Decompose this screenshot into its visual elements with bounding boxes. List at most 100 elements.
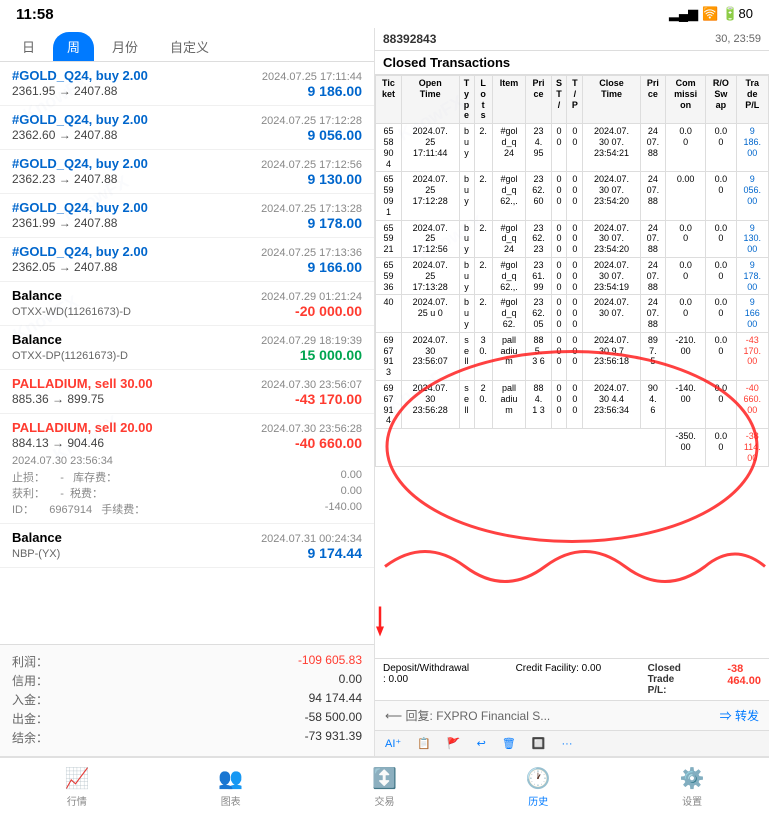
table-row: 40 2024.07.25 u 0 buy 2. #gold_q62. 2362… <box>376 295 769 332</box>
txn-pnl: 15 000.00 <box>300 347 362 363</box>
tab-day[interactable]: 日 <box>8 32 49 61</box>
txn-prices: 884.13 → 904.46 <box>12 436 104 450</box>
table-row: 6967914 2024.07.3023:56:28 sell 20. pall… <box>376 380 769 428</box>
cell-close-time: 2024.07.30 9.723:56:18 <box>583 332 641 380</box>
cell-lots: 2. <box>474 124 492 172</box>
txn-date: 2024.07.25 17:11:44 <box>262 71 362 83</box>
col-swap: R/OSwap <box>706 76 736 124</box>
txn-sub: OTXX-DP(11261673)-D <box>12 350 128 362</box>
list-item[interactable]: PALLADIUM, sell 30.00 2024.07.30 23:56:0… <box>0 370 374 414</box>
flag-button[interactable]: 🚩 <box>443 735 465 752</box>
share-button[interactable]: 🔲 <box>528 735 550 752</box>
list-item[interactable]: #GOLD_Q24, buy 2.00 2024.07.25 17:11:44 … <box>0 62 374 106</box>
txn-pnl: -20 000.00 <box>295 303 362 319</box>
txn-pnl: 9 130.00 <box>308 171 363 187</box>
summary-section: 利润： -109 605.83 信用： 0.00 入金： 94 174.44 出… <box>0 644 374 756</box>
table-row: 655921 2024.07.2517:12:56 buy 2. #gold_q… <box>376 220 769 257</box>
cell-ticket: 40 <box>376 295 402 332</box>
tab-month[interactable]: 月份 <box>98 32 152 61</box>
cell-type: buy <box>459 172 474 220</box>
nav-settings[interactable]: ⚙️ 设置 <box>615 758 769 816</box>
list-item[interactable]: #GOLD_Q24, buy 2.00 2024.07.25 17:13:36 … <box>0 238 374 282</box>
copy-button[interactable]: 📋 <box>413 735 435 752</box>
tab-custom[interactable]: 自定义 <box>156 32 223 61</box>
cell-item: #gold_q24 <box>492 124 526 172</box>
txn-prices: 2362.05 → 2407.88 <box>12 260 117 274</box>
cell-commission: 0.00 <box>666 124 706 172</box>
col-tp: T/P <box>567 76 583 124</box>
closed-trade-label: ClosedTradeP/L: <box>648 663 681 696</box>
cell-total-swap: 0.00 <box>706 429 736 466</box>
cell-item: #gold_q62.,. <box>492 257 526 294</box>
cell-swap: 0.00 <box>706 172 736 220</box>
txn-title: Balance <box>12 530 62 545</box>
list-item[interactable]: Balance 2024.07.29 18:19:39 OTXX-DP(1126… <box>0 326 374 370</box>
deposit-withdrawal-label: Deposit/Withdrawal: 0.00 <box>383 663 469 696</box>
nav-chart[interactable]: 👥 图表 <box>154 758 308 816</box>
cell-sl: 000 <box>551 295 567 332</box>
list-item[interactable]: #GOLD_Q24, buy 2.00 2024.07.25 17:12:56 … <box>0 150 374 194</box>
reply-icon-button[interactable]: ↩ <box>473 735 490 752</box>
cell-empty <box>376 429 666 466</box>
cell-swap: 0.00 <box>706 257 736 294</box>
cell-tp: 000 <box>567 172 583 220</box>
stop-loss-label: 止损： - 库存费： <box>12 469 117 485</box>
cell-price: 885.3 6 <box>526 332 551 380</box>
list-item[interactable]: Balance 2024.07.31 00:24:34 NBP-(YX) 9 1… <box>0 524 374 568</box>
cell-ticket: 655936 <box>376 257 402 294</box>
profit-label: 利润： <box>12 653 48 670</box>
delete-button[interactable]: 🗑 <box>498 735 520 752</box>
col-sl: ST/ <box>551 76 567 124</box>
more-button[interactable]: ··· <box>558 736 577 752</box>
withdrawal-value: -58 500.00 <box>305 710 362 727</box>
cell-close-time: 2024.07.30 07.23:54:20 <box>583 220 641 257</box>
chart-icon: 👥 <box>218 766 243 791</box>
txn-title: Balance <box>12 288 62 303</box>
transactions-table: Ticket OpenTime Type Lots Item Price ST/… <box>375 75 769 467</box>
cell-open-time: 2024.07.2517:12:56 <box>401 220 459 257</box>
settings-icon: ⚙️ <box>680 766 705 791</box>
cell-open-time: 2024.07.3023:56:07 <box>401 332 459 380</box>
palladium-sub-date: 2024.07.30 23:56:34 <box>12 455 113 467</box>
txn-date: 2024.07.29 01:21:24 <box>261 291 362 303</box>
nav-history[interactable]: 🕐 历史 <box>461 758 615 816</box>
nav-trade[interactable]: ↕️ 交易 <box>308 758 462 816</box>
cell-open-time: 2024.07.3023:56:28 <box>401 380 459 428</box>
tab-week[interactable]: 周 <box>53 32 94 61</box>
table-row: 6967913 2024.07.3023:56:07 sell 30. pall… <box>376 332 769 380</box>
cell-total-pnl: -38114.00 <box>736 429 768 466</box>
col-commission: Commission <box>666 76 706 124</box>
col-close-time: CloseTime <box>583 76 641 124</box>
list-item[interactable]: #GOLD_Q24, buy 2.00 2024.07.25 17:13:28 … <box>0 194 374 238</box>
cell-item: #gold_q62.,. <box>492 172 526 220</box>
txn-date: 2024.07.29 18:19:39 <box>261 335 362 347</box>
deposit-label: 入金： <box>12 691 48 708</box>
left-panel: KnowFX KnowFX KnowFX KnowFX 日 周 月份 自定义 #… <box>0 28 375 756</box>
txn-pnl: -43 170.00 <box>295 391 362 407</box>
forward-button[interactable]: ⇒ 转发 <box>720 707 759 724</box>
cell-close-price: 2407.88 <box>640 172 665 220</box>
cell-pnl: 9178.00 <box>736 257 768 294</box>
cell-item: palladium <box>492 332 526 380</box>
right-panel: KnowFX KnowFX KnowFX 88392843 30, 23:59 … <box>375 28 769 756</box>
cell-lots: 2. <box>474 295 492 332</box>
list-item[interactable]: PALLADIUM, sell 20.00 2024.07.30 23:56:2… <box>0 414 374 524</box>
cell-commission: 0.00 <box>666 295 706 332</box>
reply-text[interactable]: ⟵ 回复: FXPRO Financial S... <box>385 707 714 724</box>
cell-ticket: 6967914 <box>376 380 402 428</box>
cell-item: #gold_q62. <box>492 295 526 332</box>
cell-type: buy <box>459 220 474 257</box>
txn-sub: OTXX-WD(11261673)-D <box>12 306 131 318</box>
list-item[interactable]: #GOLD_Q24, buy 2.00 2024.07.25 17:12:28 … <box>0 106 374 150</box>
cell-close-price: 2407.88 <box>640 124 665 172</box>
transactions-table-container[interactable]: Ticket OpenTime Type Lots Item Price ST/… <box>375 75 769 658</box>
col-price: Price <box>526 76 551 124</box>
cell-open-time: 2024.07.2517:11:44 <box>401 124 459 172</box>
bottom-nav: 📈 行情 👥 图表 ↕️ 交易 🕐 历史 ⚙️ 设置 <box>0 756 769 816</box>
ai-button[interactable]: AI⁺ <box>381 735 405 752</box>
table-row: 6558904 2024.07.2517:11:44 buy 2. #gold_… <box>376 124 769 172</box>
txn-title: #GOLD_Q24, buy 2.00 <box>12 156 148 171</box>
nav-quotes[interactable]: 📈 行情 <box>0 758 154 816</box>
txn-pnl: 9 174.44 <box>308 545 363 561</box>
list-item[interactable]: Balance 2024.07.29 01:21:24 OTXX-WD(1126… <box>0 282 374 326</box>
